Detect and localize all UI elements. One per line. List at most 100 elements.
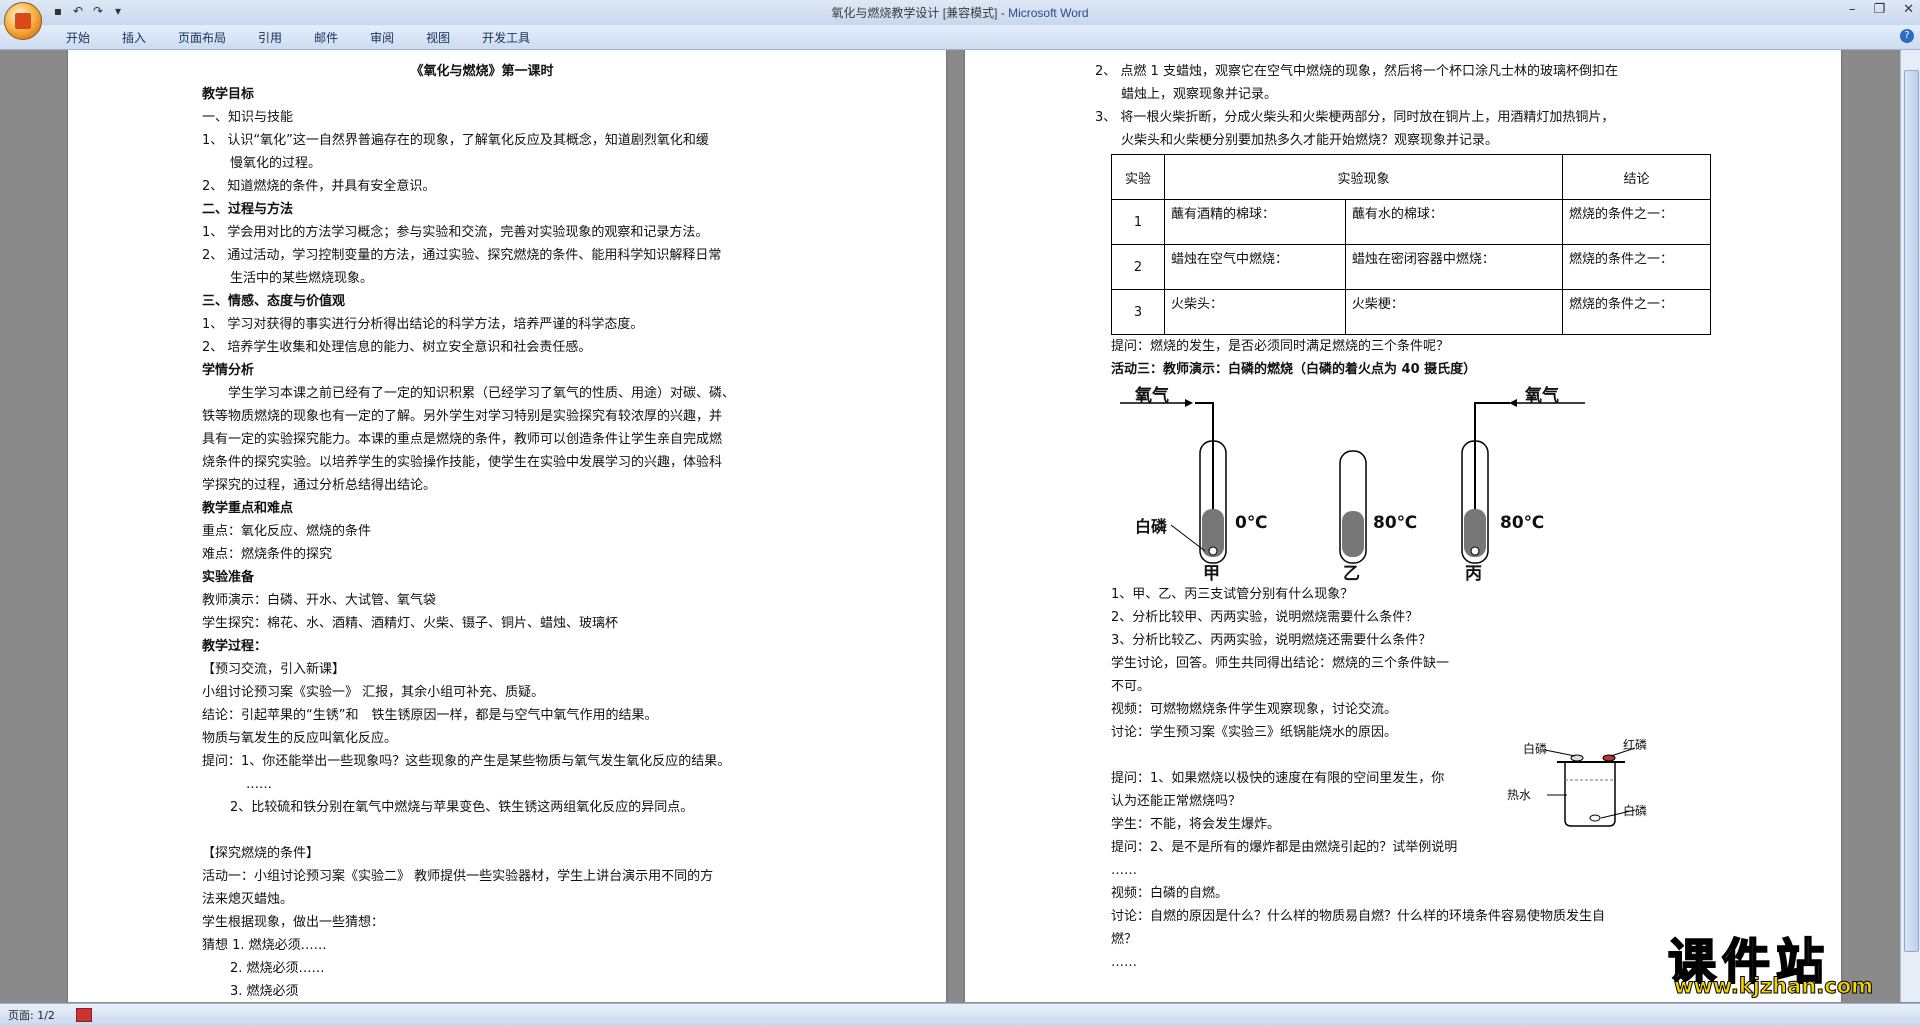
paragraph-line: 提问：1、你还能举出一些现象吗？这些现象的产生是某些物质与氧气发生氧化反应的结果… — [202, 754, 731, 769]
paragraph-line: 教学重点和难点 — [202, 501, 294, 516]
apparatus-diagram — [1120, 399, 1585, 564]
paragraph-line: 结论：引起苹果的“生锈”和 铁生锈原因一样，都是与空气中氧气作用的结果。 — [202, 708, 658, 723]
paragraph-line: 2、 点燃 1 支蜡烛，观察它在空气中燃烧的现象，然后将一个杯口涂凡士林的玻璃杯… — [1095, 64, 1618, 79]
paragraph-line: 3、分析比较乙、丙两实验，说明燃烧还需要什么条件？ — [1111, 633, 1432, 648]
ribbon-tab[interactable]: 开始 — [50, 29, 106, 47]
paragraph-line: 生活中的某些燃烧现象。 — [230, 271, 374, 286]
table-header-row: 实验 实验现象 结论 — [1111, 154, 1711, 200]
paragraph-line: 提问：1、如果燃烧以极快的速度在有限的空间里发生，你 — [1111, 771, 1445, 786]
paragraph-line: …… — [1111, 863, 1137, 878]
table-row: 2 蜡烛在空气中燃烧： 蜡烛在密闭容器中燃烧： 燃烧的条件之一： — [1111, 244, 1711, 290]
paragraph-line: 三、情感、态度与价值观 — [202, 294, 346, 309]
page-indicator[interactable]: 页面: 1/2 — [8, 1007, 55, 1023]
office-button[interactable] — [4, 2, 42, 40]
tube-bing-label: 丙 — [1465, 564, 1482, 584]
tube-jia-label: 甲 — [1203, 564, 1220, 584]
ribbon-tab[interactable]: 引用 — [242, 29, 298, 47]
paragraph-line: 【探究燃烧的条件】 — [202, 846, 320, 861]
experiment-table: 实验 实验现象 结论 1 蘸有酒精的棉球： 蘸有水的棉球： 燃烧的条件之一： 2 蜡烛在空… — [1111, 154, 1711, 335]
paragraph-line: 提问：燃烧的发生，是否必须同时满足燃烧的三个条件呢？ — [1111, 339, 1450, 354]
site-watermark: 课件站 www.kjzhan.com — [1660, 922, 1910, 1000]
paragraph-line: 蜡烛上，观察现象并记录。 — [1095, 87, 1278, 102]
table-cell: 火柴梗： — [1344, 289, 1564, 335]
paragraph-line: 实验准备 — [202, 570, 255, 585]
temperature-80c-label-b: 80℃ — [1500, 513, 1545, 533]
minimize-button[interactable]: – — [1849, 2, 1856, 17]
table-cell: 火柴头： — [1164, 289, 1346, 335]
paragraph-line: …… — [246, 777, 272, 792]
paragraph-line: 学生：不能，将会发生爆炸。 — [1111, 817, 1281, 832]
table-cell: 蜡烛在空气中燃烧： — [1164, 244, 1346, 290]
paragraph-line: 2、 知道燃烧的条件，并具有安全意识。 — [202, 179, 436, 194]
beaker-figure: 白磷 红磷 热水 白磷 — [1505, 738, 1665, 830]
restore-button[interactable]: ❐ — [1873, 2, 1885, 17]
paragraph-line: 法来熄灭蜡烛。 — [202, 892, 294, 907]
temperature-0c-label: 0℃ — [1235, 513, 1268, 533]
paragraph-line: 难点：燃烧条件的探究 — [202, 547, 333, 562]
paragraph-line: 学探究的过程，通过分析总结得出结论。 — [202, 478, 437, 493]
white-phosphorus-figure: 氧气 氧气 白磷 0℃ 80℃ 80℃ 甲 乙 丙 — [1115, 381, 1595, 584]
paragraph-line: 教学目标 — [202, 87, 255, 102]
paragraph-line: 认为还能正常燃烧吗？ — [1111, 794, 1242, 809]
document-title: 氧化与燃烧教学设计 [兼容模式] - — [831, 6, 1009, 20]
proofing-icon[interactable] — [76, 1008, 92, 1022]
ribbon-tab[interactable]: 审阅 — [354, 29, 410, 47]
paragraph-line: 烧条件的探究实验。以培养学生的实验操作技能，使学生在实验中发展学习的兴趣，体验科 — [202, 455, 723, 470]
paragraph-line: 提问：2、是不是所有的爆炸都是由燃烧引起的？试举例说明 — [1111, 840, 1458, 855]
title-bar: ▪ ↶ ↷ ▾ 氧化与燃烧教学设计 [兼容模式] - Microsoft Wor… — [0, 0, 1920, 40]
page-2-bottom-paragraphs: 1、甲、乙、丙三支试管分别有什么现象？ 2、分析比较甲、丙两实验，说明燃烧需要什么… — [1095, 583, 1815, 974]
app-name: Microsoft Word — [1008, 6, 1089, 20]
page-1-body: 《氧化与燃烧》第一课时 教学目标 一、知识与技能 1、 认识“氧化”这一自然界普遍存… — [202, 60, 892, 1002]
table-header-cell: 实验现象 — [1164, 154, 1563, 200]
paragraph-line: 3. 燃烧必须 — [230, 984, 299, 999]
paragraph-line: 视频：白磷的自燃。 — [1111, 886, 1229, 901]
paragraph-line: 教学过程： — [202, 639, 268, 654]
paragraph-line: 1、 认识“氧化”这一自然界普遍存在的现象，了解氧化反应及其概念，知道剧烈氧化和… — [202, 133, 709, 148]
paragraph-line: 【预习交流，引入新课】 — [202, 662, 346, 677]
paragraph-line: 二、过程与方法 — [202, 202, 294, 217]
watermark-url: www.kjzhan.com — [1673, 974, 1874, 999]
paragraph-line: 活动一：小组讨论预习案《实验二》 教师提供一些实验器材，学生上讲台演示用不同的方 — [202, 869, 714, 884]
paragraph-line: 3、 将一根火柴折断，分成火柴头和火柴梗两部分，同时放在铜片上，用酒精灯加热铜片… — [1095, 110, 1615, 125]
table-cell: 燃烧的条件之一： — [1562, 289, 1711, 335]
hot-water-label: 热水 — [1507, 788, 1532, 802]
close-button[interactable]: ✕ — [1903, 2, 1914, 17]
table-cell: 燃烧的条件之一： — [1562, 244, 1711, 290]
table-cell: 1 — [1111, 199, 1165, 245]
oxygen-label-right: 氧气 — [1525, 386, 1559, 406]
paragraph-line: 不可。 — [1111, 679, 1151, 694]
paragraph-line: 活动三：教师演示：白磷的燃烧（白磷的着火点为 40 摄氏度） — [1111, 362, 1477, 377]
document-workspace: 《氧化与燃烧》第一课时 教学目标 一、知识与技能 1、 认识“氧化”这一自然界普遍存… — [0, 50, 1900, 1002]
paragraph-line: 重点：氧化反应、燃烧的条件 — [202, 524, 372, 539]
paragraph-line — [202, 819, 892, 842]
paragraph-line: 学情分析 — [202, 363, 255, 378]
paragraph-line: 慢氧化的过程。 — [230, 156, 322, 171]
scrollbar-thumb[interactable] — [1904, 70, 1919, 952]
beaker-white-phosphorus-top-label: 白磷 — [1523, 742, 1548, 756]
paragraph-line: 1、 学习对获得的事实进行分析得出结论的科学方法，培养严谨的科学态度。 — [202, 317, 644, 332]
paragraph-line: 火柴头和火柴梗分别要加热多久才能开始燃烧？观察现象并记录。 — [1095, 133, 1499, 148]
ribbon-tab[interactable]: 视图 — [410, 29, 466, 47]
paragraph-line: 铁等物质燃烧的现象也有一定的了解。另外学生对学习特别是实验探究有较浓厚的兴趣，并 — [202, 409, 723, 424]
table-cell: 燃烧的条件之一： — [1562, 199, 1711, 245]
table-header-cell: 实验 — [1111, 154, 1165, 200]
table-cell: 蜡烛在密闭容器中燃烧： — [1344, 244, 1564, 290]
white-phosphorus-label: 白磷 — [1135, 517, 1168, 536]
page-2-body: 2、 点燃 1 支蜡烛，观察它在空气中燃烧的现象，然后将一个杯口涂凡士林的玻璃杯… — [1095, 60, 1815, 974]
paragraph-line: 2、分析比较甲、丙两实验，说明燃烧需要什么条件？ — [1111, 610, 1419, 625]
ribbon-tab[interactable]: 插入 — [106, 29, 162, 47]
beaker-white-phosphorus-bottom-label: 白磷 — [1623, 804, 1648, 818]
table-cell: 蘸有酒精的棉球： — [1164, 199, 1346, 245]
ribbon-tab[interactable]: 页面布局 — [162, 29, 242, 47]
ribbon-tabs: 开始 插入 页面布局 引用 邮件 审阅 视图 开发工具 — [50, 29, 546, 47]
red-phosphorus-label: 红磷 — [1623, 738, 1648, 752]
ribbon-tab[interactable]: 邮件 — [298, 29, 354, 47]
table-cell: 2 — [1111, 244, 1165, 290]
temperature-80c-label-a: 80℃ — [1373, 513, 1418, 533]
vertical-scrollbar[interactable] — [1900, 50, 1920, 1002]
help-icon[interactable]: ? — [1900, 29, 1914, 43]
ribbon-tab[interactable]: 开发工具 — [466, 29, 546, 47]
ribbon: 开始 插入 页面布局 引用 邮件 审阅 视图 开发工具 ? — [0, 25, 1920, 50]
paragraph-line: 2、 通过活动，学习控制变量的方法，通过实验、探究燃烧的条件、能用科学知识解释日… — [202, 248, 722, 263]
window-title: 氧化与燃烧教学设计 [兼容模式] - Microsoft Word — [0, 4, 1920, 21]
